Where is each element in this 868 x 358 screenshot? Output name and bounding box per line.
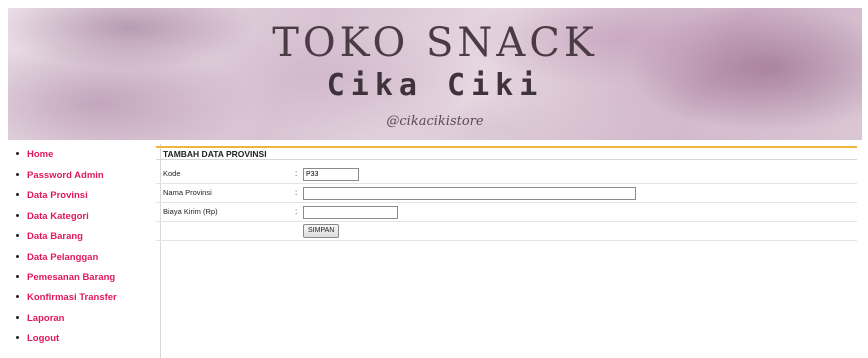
bullet-icon — [16, 315, 19, 319]
bullet-icon — [16, 254, 19, 258]
form-row-nama-provinsi: Nama Provinsi : — [156, 184, 857, 203]
bullet-icon — [16, 213, 19, 217]
sidebar-item-laporan[interactable]: Laporan — [16, 312, 64, 326]
sidebar-link-data-pelanggan[interactable]: Data Pelanggan — [27, 252, 98, 263]
sidebar-link-laporan[interactable]: Laporan — [27, 313, 64, 324]
separator: : — [295, 188, 298, 197]
sidebar-item-home[interactable]: Home — [16, 148, 53, 162]
bullet-icon — [16, 335, 19, 339]
biaya-kirim-input[interactable] — [303, 206, 398, 219]
separator: : — [295, 169, 298, 178]
sidebar-link-data-barang[interactable]: Data Barang — [27, 231, 83, 242]
sidebar-item-pemesanan-barang[interactable]: Pemesanan Barang — [16, 271, 115, 285]
kode-label: Kode — [163, 169, 181, 178]
bullet-icon — [16, 151, 19, 155]
store-subtitle: Cika Ciki — [326, 68, 544, 103]
nama-provinsi-label: Nama Provinsi — [163, 188, 212, 197]
bullet-icon — [16, 192, 19, 196]
sidebar-item-logout[interactable]: Logout — [16, 332, 59, 346]
sidebar-link-home[interactable]: Home — [27, 149, 53, 160]
biaya-kirim-label: Biaya Kirim (Rp) — [163, 207, 218, 216]
form-row-submit: SIMPAN — [156, 222, 857, 241]
store-handle: @cikacikistore — [386, 114, 484, 129]
form-row-kode: Kode : — [156, 165, 857, 184]
form-title: TAMBAH DATA PROVINSI — [156, 148, 857, 160]
bullet-icon — [16, 233, 19, 237]
nama-provinsi-input[interactable] — [303, 187, 636, 200]
separator: : — [295, 207, 298, 216]
store-title: TOKO SNACK — [272, 20, 598, 66]
kode-input[interactable] — [303, 168, 359, 181]
sidebar-link-konfirmasi-transfer[interactable]: Konfirmasi Transfer — [27, 292, 117, 303]
sidebar-item-data-pelanggan[interactable]: Data Pelanggan — [16, 251, 98, 265]
sidebar-nav: Home Password Admin Data Provinsi Data K… — [0, 144, 161, 358]
sidebar-item-data-barang[interactable]: Data Barang — [16, 230, 83, 244]
form-row-biaya-kirim: Biaya Kirim (Rp) : — [156, 203, 857, 222]
bullet-icon — [16, 274, 19, 278]
sidebar-link-data-provinsi[interactable]: Data Provinsi — [27, 190, 88, 201]
bullet-icon — [16, 172, 19, 176]
sidebar-link-password-admin[interactable]: Password Admin — [27, 170, 104, 181]
bullet-icon — [16, 294, 19, 298]
header-banner: TOKO SNACK Cika Ciki @cikacikistore — [8, 8, 862, 140]
sidebar-link-logout[interactable]: Logout — [27, 333, 59, 344]
sidebar-link-pemesanan-barang[interactable]: Pemesanan Barang — [27, 272, 115, 283]
sidebar-item-konfirmasi-transfer[interactable]: Konfirmasi Transfer — [16, 291, 117, 305]
sidebar-item-data-provinsi[interactable]: Data Provinsi — [16, 189, 88, 203]
simpan-button[interactable]: SIMPAN — [303, 224, 340, 238]
sidebar-link-data-kategori[interactable]: Data Kategori — [27, 211, 89, 222]
sidebar-item-password-admin[interactable]: Password Admin — [16, 169, 104, 183]
sidebar-item-data-kategori[interactable]: Data Kategori — [16, 210, 89, 224]
